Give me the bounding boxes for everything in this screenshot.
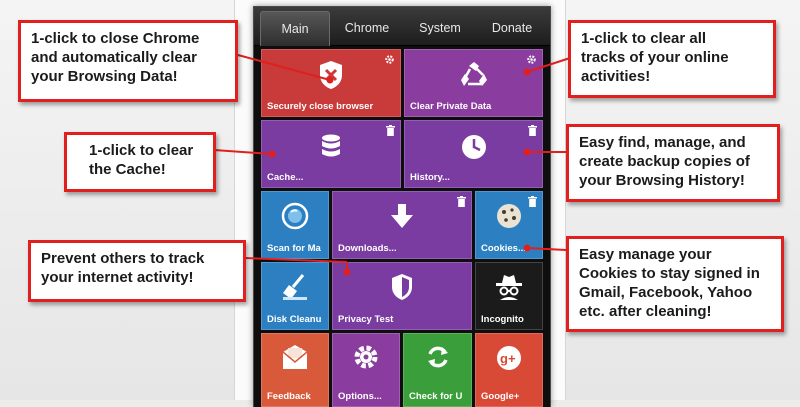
callout-close-chrome: 1-click to close Chrome and automaticall… [18,20,238,102]
callout-line: tracks of your online [581,49,729,66]
callout-line: Easy find, manage, and [579,134,746,151]
callout-line: etc. after cleaning! [579,303,712,320]
callout-line: Gmail, Facebook, Yahoo [579,284,753,301]
callout-line: your Browsing Data! [31,68,178,85]
callout-line: create backup copies of [579,153,750,170]
callout-line: and automatically clear [31,49,197,66]
callout-clear-cache: 1-click to clear the Cache! [64,132,216,192]
callout-line: your Browsing History! [579,172,745,189]
callout-line: Prevent others to track [41,250,205,267]
callout-line: the Cache! [89,161,166,178]
callout-line: 1-click to close Chrome [31,30,200,47]
callout-cookies: Easy manage your Cookies to stay signed … [566,236,784,332]
callout-line: Cookies to stay signed in [579,265,760,282]
callout-clear-tracks: 1-click to clear all tracks of your onli… [568,20,776,98]
callout-line: your internet activity! [41,269,194,286]
callout-history: Easy find, manage, and create backup cop… [566,124,780,202]
callout-line: 1-click to clear all [581,30,707,47]
callout-prevent-tracking: Prevent others to track your internet ac… [28,240,246,302]
callout-line: activities! [581,68,651,85]
callout-line: 1-click to clear [89,142,194,159]
callout-line: Easy manage your [579,246,712,263]
